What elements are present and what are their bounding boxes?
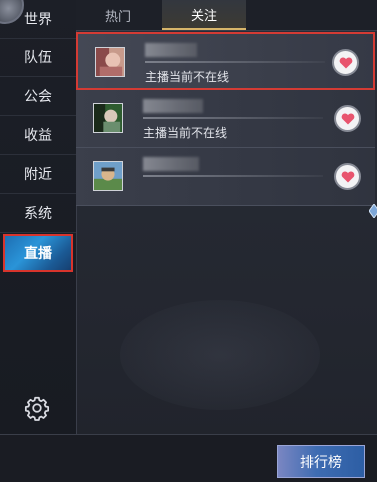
tab-label: 热门 [104, 9, 131, 25]
avatar[interactable] [93, 161, 123, 191]
name-divider [143, 175, 323, 177]
scroll-indicator-icon [369, 204, 377, 218]
sidebar-item-label: 队伍 [24, 50, 52, 66]
sidebar-item-label: 公会 [24, 89, 52, 105]
status-text: 主播当前不在线 [143, 126, 228, 140]
heart-icon [339, 57, 352, 68]
sidebar-item-earnings[interactable]: 收益 [0, 116, 76, 155]
name-divider [145, 61, 325, 63]
settings-button[interactable] [24, 395, 50, 421]
leaderboard-button[interactable]: 排行榜 [277, 445, 365, 478]
sidebar-item-world[interactable]: 世界 [0, 0, 76, 39]
avatar[interactable] [95, 47, 125, 77]
avatar-image [94, 162, 122, 190]
leaderboard-label: 排行榜 [300, 454, 342, 471]
sidebar-item-system[interactable]: 系统 [0, 194, 76, 233]
sidebar-item-nearby[interactable]: 附近 [0, 155, 76, 194]
name-divider [143, 117, 323, 119]
streamer-name-mosaic [145, 43, 197, 57]
sidebar-item-label: 世界 [24, 12, 52, 28]
tab-bar: 热门 关注 [76, 0, 377, 31]
follow-button[interactable] [334, 105, 361, 132]
sidebar-item-guild[interactable]: 公会 [0, 77, 76, 116]
live-panel: 世界 队伍 公会 收益 附近 系统 直播 热门 关注 主播当前不在线 主播当前不… [0, 0, 377, 482]
tab-label: 关注 [190, 8, 217, 24]
sidebar-item-label: 收益 [24, 128, 52, 144]
avatar[interactable] [93, 103, 123, 133]
list-item[interactable]: 主播当前不在线 [76, 32, 375, 90]
streamer-name-mosaic [143, 157, 199, 171]
list-item[interactable] [76, 148, 375, 206]
list-item[interactable]: 主播当前不在线 [76, 90, 375, 148]
sidebar-item-live[interactable]: 直播 [3, 234, 73, 272]
heart-icon [341, 113, 354, 124]
sidebar-item-team[interactable]: 队伍 [0, 38, 76, 77]
sidebar: 世界 队伍 公会 收益 附近 系统 直播 [0, 0, 77, 434]
sidebar-item-label: 直播 [24, 246, 52, 262]
streamer-name-mosaic [143, 99, 203, 113]
sidebar-item-label: 系统 [24, 206, 52, 222]
follow-button[interactable] [332, 49, 359, 76]
tab-hot[interactable]: 热门 [76, 0, 160, 30]
follow-button[interactable] [334, 163, 361, 190]
gear-icon [24, 396, 50, 421]
heart-icon [341, 171, 354, 182]
status-text: 主播当前不在线 [145, 70, 230, 84]
avatar-image [96, 48, 124, 76]
follow-list: 主播当前不在线 主播当前不在线 [76, 32, 377, 206]
background-glow [120, 300, 320, 410]
avatar-image [94, 104, 122, 132]
tab-follow[interactable]: 关注 [162, 0, 246, 30]
sidebar-item-label: 附近 [24, 167, 52, 183]
